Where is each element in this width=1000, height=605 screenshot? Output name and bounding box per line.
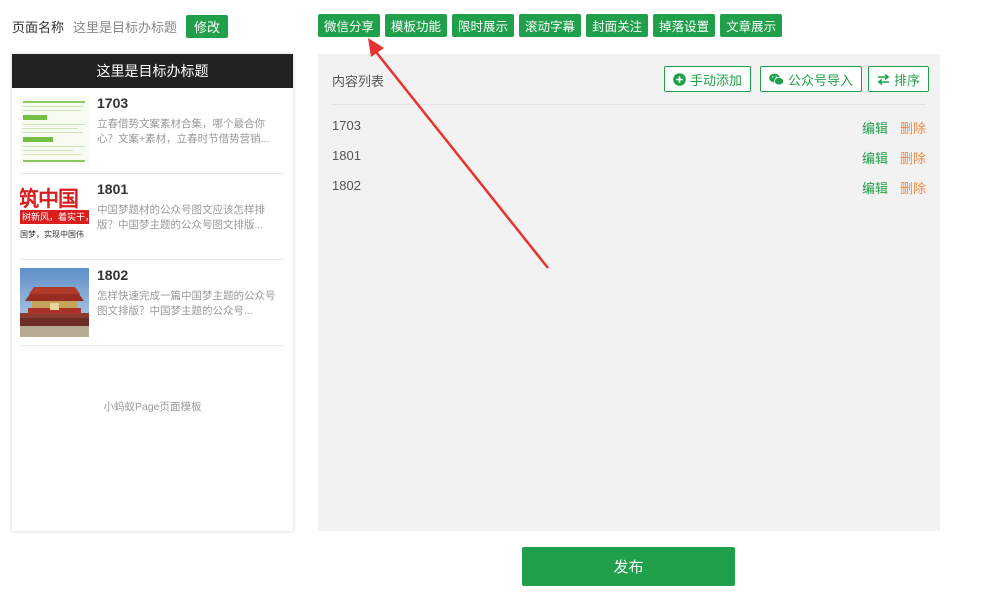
swap-arrows-icon bbox=[877, 73, 890, 85]
wechat-import-label: 公众号导入 bbox=[788, 72, 854, 88]
tab-scrolling-caption[interactable]: 滚动字幕 bbox=[519, 14, 582, 37]
edit-link[interactable]: 编辑 bbox=[862, 178, 888, 197]
content-row-title: 1802 bbox=[332, 178, 361, 193]
preview-article[interactable]: 筑中国 树新风，着实干， 国梦，实现中国伟 1801 中国梦题材的公众号图文应该… bbox=[20, 174, 284, 260]
preview-article[interactable]: 1703 立春借势文案素材合集，哪个最合你心？文案+素材，立春时节借势营销... bbox=[20, 88, 284, 174]
publish-button[interactable]: 发布 bbox=[522, 547, 735, 586]
wechat-icon bbox=[769, 73, 784, 86]
article-title: 1802 bbox=[97, 267, 129, 283]
page-name-bar: 页面名称 这里是目标办标题 修改 bbox=[12, 14, 229, 38]
preview-article[interactable]: 1802 怎样快速完成一篇中国梦主题的公众号图文排版？中国梦主题的公众号... bbox=[20, 260, 284, 346]
tab-timed-display[interactable]: 限时展示 bbox=[452, 14, 515, 37]
edit-link[interactable]: 编辑 bbox=[862, 148, 888, 167]
function-tabs: 微信分享 模板功能 限时展示 滚动字幕 封面关注 掉落设置 文章展示 bbox=[318, 14, 787, 37]
tab-article-display[interactable]: 文章展示 bbox=[720, 14, 783, 37]
article-description: 立春借势文案素材合集，哪个最合你心？文案+素材，立春时节借势营销... bbox=[97, 118, 270, 145]
plus-circle-icon bbox=[673, 72, 686, 86]
article-title: 1801 bbox=[97, 181, 129, 197]
article-thumbnail bbox=[20, 96, 89, 165]
content-row-title: 1801 bbox=[332, 148, 361, 163]
tab-drop-settings[interactable]: 掉落设置 bbox=[653, 14, 716, 37]
wechat-import-button[interactable]: 公众号导入 bbox=[760, 66, 863, 92]
page-name-value: 这里是目标办标题 bbox=[73, 19, 178, 35]
mobile-preview: 这里是目标办标题 1703 立春借势文案素材合集，哪个最合你心？文案+素材，立春… bbox=[12, 54, 293, 531]
sort-button[interactable]: 排序 bbox=[868, 66, 930, 92]
sort-label: 排序 bbox=[894, 72, 921, 88]
tab-cover-follow[interactable]: 封面关注 bbox=[586, 14, 649, 37]
edit-link[interactable]: 编辑 bbox=[862, 118, 888, 137]
tab-template-function[interactable]: 模板功能 bbox=[385, 14, 448, 37]
content-row-title: 1703 bbox=[332, 118, 361, 133]
article-thumbnail bbox=[20, 268, 89, 337]
content-row: 1802 编辑 删除 bbox=[332, 178, 926, 196]
page-name-label: 页面名称 bbox=[12, 19, 65, 35]
article-description: 怎样快速完成一篇中国梦主题的公众号图文排版？中国梦主题的公众号... bbox=[97, 290, 276, 317]
template-credit: 小蚂蚁Page页面模板 bbox=[103, 401, 202, 413]
tiananmen-image bbox=[20, 268, 89, 337]
tab-wechat-share[interactable]: 微信分享 bbox=[318, 14, 381, 37]
thumbnail-headline-text: 筑中国 bbox=[20, 187, 79, 211]
delete-link[interactable]: 删除 bbox=[900, 118, 926, 137]
manual-add-button[interactable]: 手动添加 bbox=[664, 66, 752, 92]
divider bbox=[332, 104, 926, 105]
edit-page-name-button[interactable]: 修改 bbox=[186, 14, 229, 38]
content-list-title: 内容列表 bbox=[332, 74, 385, 89]
article-title: 1703 bbox=[97, 95, 129, 111]
thumbnail-banner-text: 树新风，着实干， bbox=[20, 210, 89, 224]
content-row: 1703 编辑 删除 bbox=[332, 118, 926, 136]
article-thumbnail: 筑中国 树新风，着实干， 国梦，实现中国伟 bbox=[20, 182, 89, 251]
content-list-panel: 内容列表 手动添加 公众号导入 排序 1703 编辑 删除 1801 编辑 删除… bbox=[318, 54, 940, 531]
thumbnail-caption-text: 国梦，实现中国伟 bbox=[20, 230, 84, 239]
preview-header-title: 这里是目标办标题 bbox=[12, 54, 293, 88]
content-row: 1801 编辑 删除 bbox=[332, 148, 926, 166]
manual-add-label: 手动添加 bbox=[690, 72, 743, 88]
article-description: 中国梦题材的公众号图文应该怎样排版？中国梦主题的公众号图文排版... bbox=[97, 204, 265, 231]
delete-link[interactable]: 删除 bbox=[900, 148, 926, 167]
delete-link[interactable]: 删除 bbox=[900, 178, 926, 197]
